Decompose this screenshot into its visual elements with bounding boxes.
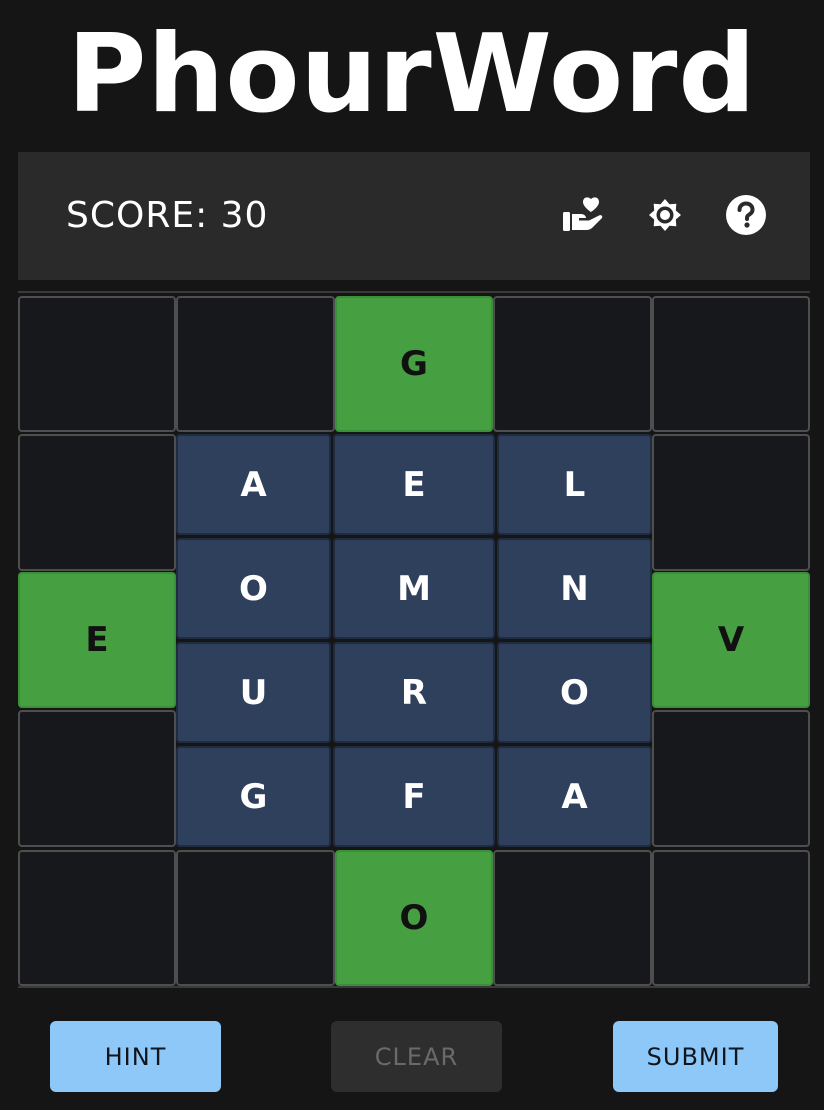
donate-heart-hand-icon[interactable]	[560, 192, 606, 238]
inner-tile-r3c2[interactable]: R	[333, 642, 495, 743]
board-top-separator	[18, 291, 810, 293]
tile-top-2[interactable]	[176, 296, 335, 432]
board-bottom-separator	[18, 986, 810, 988]
hint-button[interactable]: HINT	[50, 1021, 221, 1092]
inner-tile-r1c2[interactable]: E	[333, 434, 495, 535]
inner-tile-r4c2[interactable]: F	[333, 746, 495, 847]
submit-button[interactable]: SUBMIT	[613, 1021, 778, 1092]
settings-gear-icon[interactable]	[642, 192, 688, 238]
tile-bottom-2[interactable]	[176, 850, 335, 986]
tile-bottom-5[interactable]	[652, 850, 810, 986]
inner-tile-r1c3[interactable]: L	[497, 434, 652, 535]
tile-bottom-3[interactable]: O	[335, 850, 493, 986]
tile-top-1[interactable]	[18, 296, 176, 432]
tile-top-4[interactable]	[493, 296, 652, 432]
top-bar: SCORE: 30	[18, 152, 810, 280]
tile-left-1[interactable]	[18, 434, 176, 571]
app-title: PhourWord	[67, 12, 757, 137]
tile-top-5[interactable]	[652, 296, 810, 432]
tile-bottom-1[interactable]	[18, 850, 176, 986]
clear-button[interactable]: CLEAR	[331, 1021, 502, 1092]
inner-tile-r3c1[interactable]: U	[176, 642, 331, 743]
tile-right-3[interactable]	[652, 710, 810, 847]
help-question-icon[interactable]	[723, 192, 769, 238]
tile-top-3[interactable]: G	[335, 296, 493, 432]
tile-left-2[interactable]: E	[18, 572, 176, 708]
tile-right-1[interactable]	[652, 434, 810, 571]
inner-tile-r2c1[interactable]: O	[176, 538, 331, 639]
score-label: SCORE: 30	[66, 195, 269, 236]
tile-bottom-4[interactable]	[493, 850, 652, 986]
inner-tile-r1c1[interactable]: A	[176, 434, 331, 535]
inner-tile-r2c3[interactable]: N	[497, 538, 652, 639]
inner-tile-r4c3[interactable]: A	[497, 746, 652, 847]
inner-tile-r3c3[interactable]: O	[497, 642, 652, 743]
tile-left-3[interactable]	[18, 710, 176, 847]
inner-tile-r2c2[interactable]: M	[333, 538, 495, 639]
tile-right-2[interactable]: V	[652, 572, 810, 708]
inner-tile-r4c1[interactable]: G	[176, 746, 331, 847]
